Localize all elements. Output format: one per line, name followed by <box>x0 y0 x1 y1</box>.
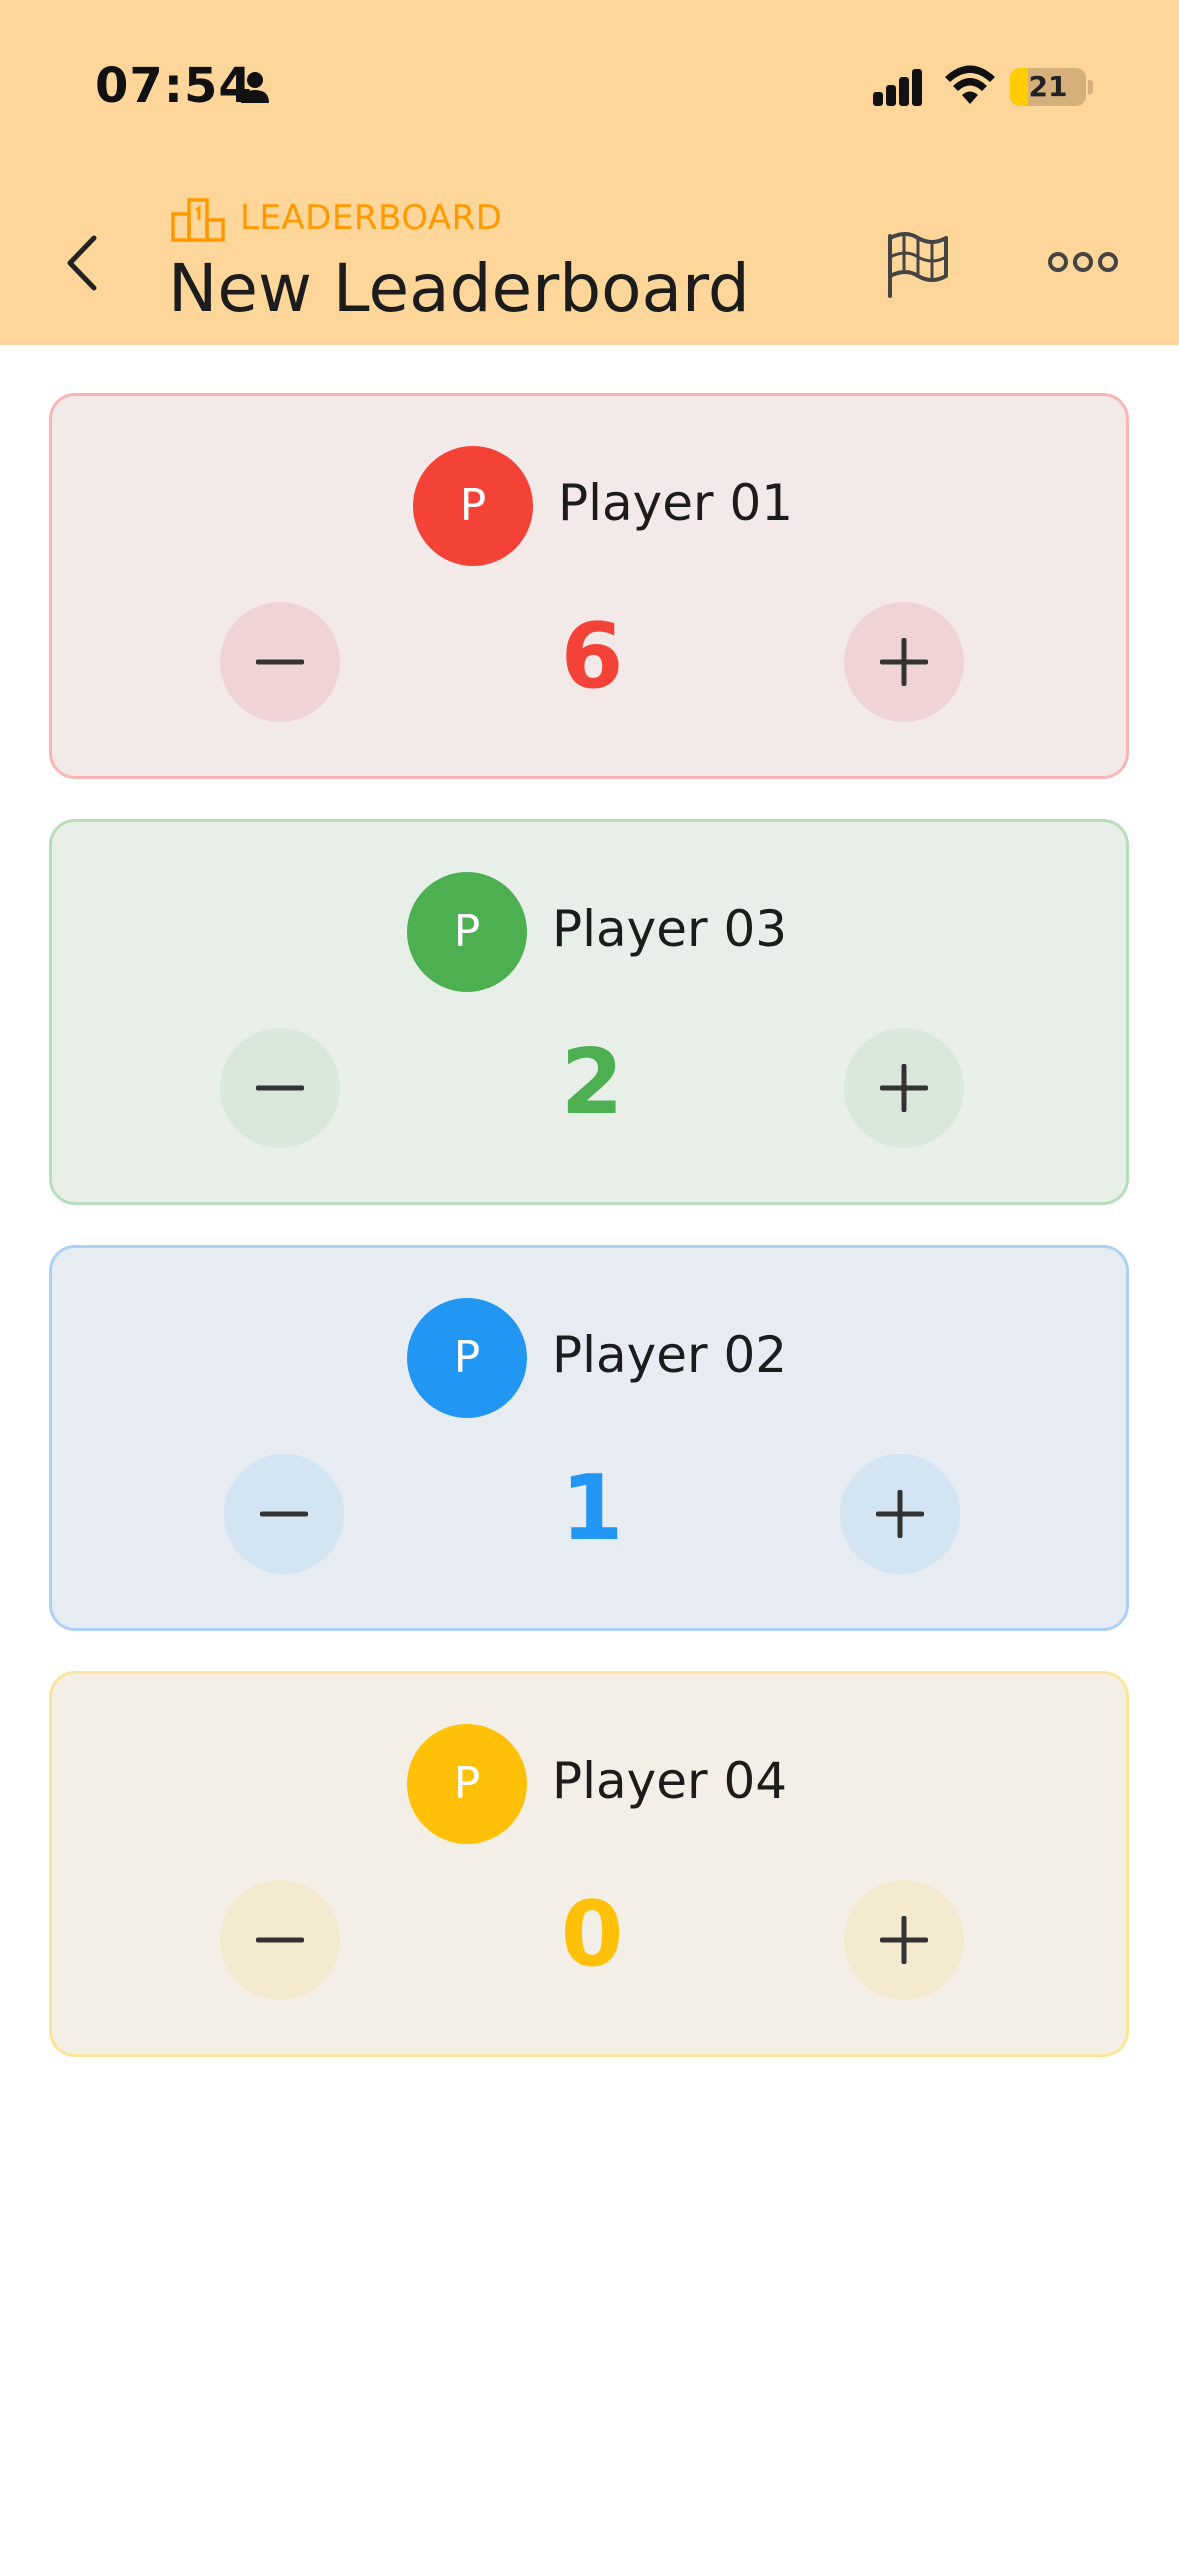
page-title: New Leaderboard <box>168 250 750 327</box>
increment-button[interactable] <box>840 1454 960 1574</box>
plus-icon <box>880 1916 928 1964</box>
player-name: Player 04 <box>552 1752 788 1810</box>
player-score: 0 <box>560 1882 624 1987</box>
header-subtitle: LEADERBOARD <box>240 198 503 238</box>
decrement-button[interactable] <box>220 1028 340 1148</box>
cellular-signal-icon <box>873 69 922 106</box>
chevron-left-icon[interactable] <box>58 228 108 298</box>
player-card: P Player 03 2 <box>49 819 1129 1205</box>
decrement-button[interactable] <box>224 1454 344 1574</box>
player-avatar: P <box>407 872 527 992</box>
player-card: P Player 01 6 <box>49 393 1129 779</box>
wifi-icon <box>945 65 995 104</box>
plus-icon <box>880 1064 928 1112</box>
minus-icon <box>260 1511 308 1517</box>
increment-button[interactable] <box>844 602 964 722</box>
minus-icon <box>256 1937 304 1943</box>
decrement-button[interactable] <box>220 602 340 722</box>
plus-icon <box>876 1490 924 1538</box>
status-time: 07:54 <box>95 58 253 114</box>
player-name: Player 03 <box>552 900 788 958</box>
app-header: 07:54 21 LEADERBOARD New Leaderboard <box>0 0 1179 345</box>
player-score: 6 <box>560 604 624 709</box>
player-avatar: P <box>407 1724 527 1844</box>
flag-icon[interactable] <box>882 230 954 300</box>
person-icon <box>241 72 269 103</box>
minus-icon <box>256 1085 304 1091</box>
player-avatar: P <box>407 1298 527 1418</box>
increment-button[interactable] <box>844 1028 964 1148</box>
battery-percent: 21 <box>1028 70 1068 103</box>
podium-icon <box>171 198 225 242</box>
player-avatar: P <box>413 446 533 566</box>
player-score: 1 <box>560 1456 624 1561</box>
minus-icon <box>256 659 304 665</box>
player-card: P Player 02 1 <box>49 1245 1129 1631</box>
player-card: P Player 04 0 <box>49 1671 1129 2057</box>
increment-button[interactable] <box>844 1880 964 2000</box>
player-name: Player 01 <box>558 474 794 532</box>
more-horizontal-icon[interactable] <box>1048 248 1118 276</box>
player-score: 2 <box>560 1030 624 1135</box>
battery-nub <box>1088 80 1093 94</box>
battery-indicator: 21 <box>1010 68 1086 106</box>
player-name: Player 02 <box>552 1326 788 1384</box>
decrement-button[interactable] <box>220 1880 340 2000</box>
plus-icon <box>880 638 928 686</box>
